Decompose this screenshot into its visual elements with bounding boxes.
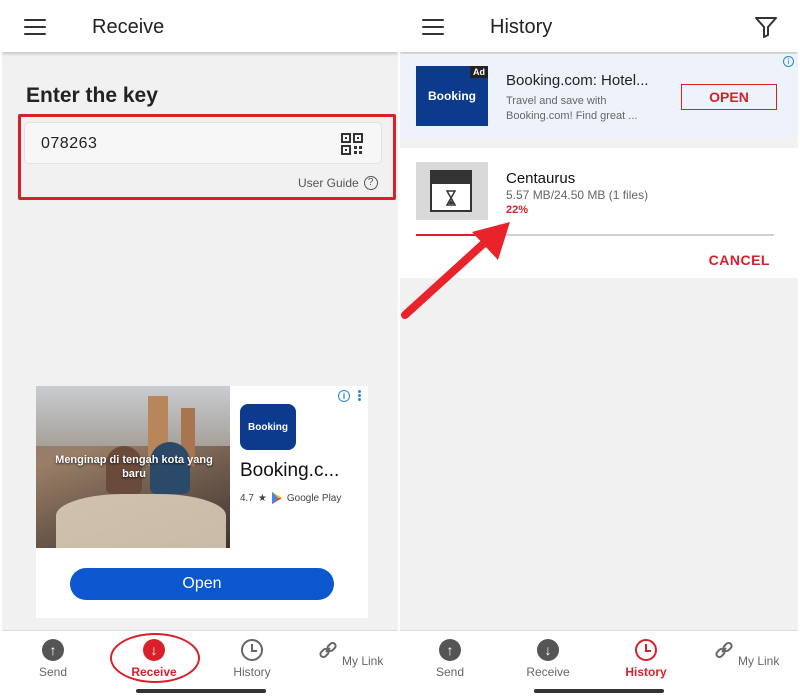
nav-my-link[interactable]: My Link [310,639,390,668]
nav-history[interactable]: History [212,639,292,679]
nav-history-label: History [233,665,271,679]
link-icon [319,641,337,659]
nav-my-link-label: My Link [738,654,780,668]
ad-app-name: Booking.c... [240,460,340,481]
bottom-navigation: ↑ Send ↓ Receive History My Link [2,630,398,698]
highlight-annotation [18,114,396,200]
ad-photo: Menginap di tengah kota yang baru [36,386,230,548]
filter-icon[interactable] [754,16,778,38]
ad-title: Booking.com: Hotel... [506,72,649,89]
ad-open-button[interactable]: OPEN [681,84,777,110]
link-icon [715,641,733,659]
star-icon: ★ [257,492,267,504]
nav-history[interactable]: History [606,639,686,679]
nav-my-link-label: My Link [342,654,384,668]
nav-send-label: Send [38,665,68,679]
store-name: Google Play [286,492,342,504]
ad-open-button[interactable]: Open [70,568,334,600]
transfer-size: 5.57 MB/24.50 MB (1 files) [506,188,649,202]
history-icon [635,639,657,661]
nav-send-label: Send [435,665,465,679]
red-arrow-annotation [401,222,510,319]
history-icon [241,639,263,661]
ad-rating: 4.7 ★ Google Play [240,492,341,504]
ad-thumbnail: Booking Ad [416,66,488,126]
screenshot-stage: Receive Enter the key 078263 User Guide … [0,0,800,700]
hourglass-icon [446,190,456,206]
ad-description: Travel and save with Booking.com! Find g… [506,95,638,122]
google-play-icon [271,492,282,504]
page-title: History [490,16,553,38]
ad-info-icon[interactable]: i [338,390,350,402]
page-title: Receive [92,16,165,38]
receive-highlight-annotation [110,633,200,683]
send-icon: ↑ [42,639,64,661]
cancel-transfer-button[interactable]: CANCEL [709,252,770,268]
ad-thumb-text: Booking [428,89,476,103]
bottom-navigation: ↑ Send ↓ Receive History My Link [400,630,798,698]
ad-more-icon[interactable] [358,390,362,402]
enter-key-heading: Enter the key [26,84,158,107]
nav-receive-label: Receive [526,665,570,679]
native-ad-card[interactable]: Menginap di tengah kota yang baru i Book… [36,386,368,618]
receive-app-bar: Receive [2,2,398,52]
history-ad-banner[interactable]: Booking Ad Booking.com: Hotel... Travel … [400,54,798,138]
send-icon: ↑ [439,639,461,661]
gesture-bar [534,689,664,693]
hamburger-menu-icon[interactable] [422,19,444,35]
nav-my-link[interactable]: My Link [706,639,786,668]
nav-history-label: History [625,665,667,679]
transfer-name: Centaurus [506,170,576,187]
nav-send[interactable]: ↑ Send [410,639,490,679]
nav-receive[interactable]: ↓ Receive [508,639,588,679]
gesture-bar [136,689,266,693]
ad-badge: Ad [470,66,488,78]
ad-photo-caption: Menginap di tengah kota yang baru [55,454,213,480]
rating-value: 4.7 [240,492,254,504]
history-app-bar: History [400,2,798,52]
receive-icon: ↓ [537,639,559,661]
receive-screen: Receive Enter the key 078263 User Guide … [2,2,398,698]
file-icon [430,170,472,212]
nav-send[interactable]: ↑ Send [13,639,93,679]
booking-logo: Booking [240,404,296,450]
ad-info-icon[interactable]: i [783,56,794,67]
hamburger-menu-icon[interactable] [24,19,46,35]
history-screen: History Booking Ad Booking.com: Hotel...… [400,2,798,698]
